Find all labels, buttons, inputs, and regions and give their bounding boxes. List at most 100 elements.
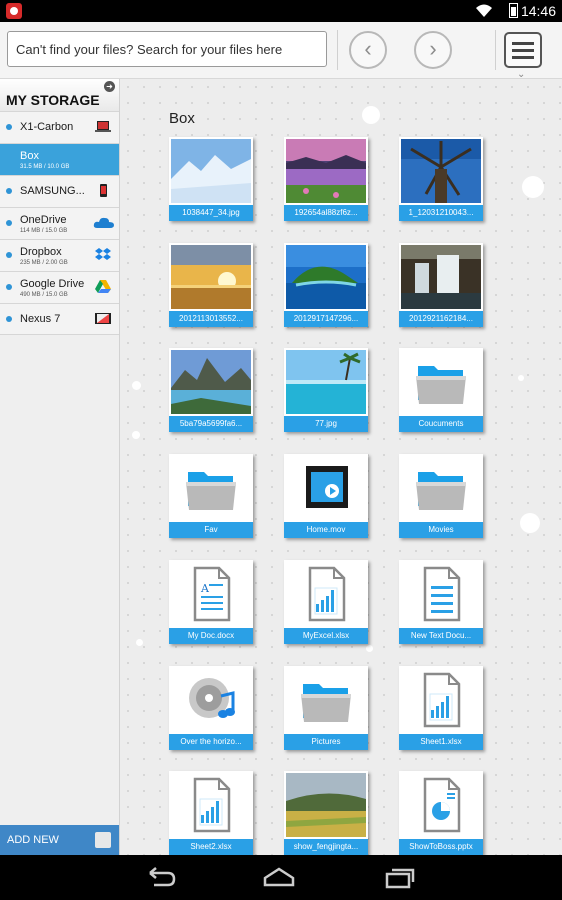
sidebar-item-samsung[interactable]: SAMSUNG...: [0, 175, 119, 207]
file-tile[interactable]: Sheet2.xlsx: [169, 771, 253, 855]
sidebar-title: MY STORAGE: [0, 79, 119, 111]
file-tile[interactable]: 2012921162184...: [399, 243, 483, 327]
decorative-bubble: [132, 431, 140, 439]
file-tile[interactable]: Coucuments: [399, 348, 483, 432]
file-tile[interactable]: show_fengjingta...: [284, 771, 368, 855]
sidebar-item-box[interactable]: Box 31.5 MB / 10.0 GB: [0, 143, 119, 175]
image-thumbnail: [286, 350, 366, 414]
file-tile[interactable]: 5ba79a5699fa6...: [169, 348, 253, 432]
sidebar-item-label: Box: [20, 150, 39, 162]
bullet: [6, 316, 12, 322]
image-thumbnail: [171, 139, 251, 203]
decorative-bubble: [136, 639, 143, 646]
file-tile[interactable]: 2012113013552...: [169, 243, 253, 327]
sidebar-item-x1-carbon[interactable]: X1-Carbon: [0, 111, 119, 143]
bullet: [6, 188, 12, 194]
home-nav-icon[interactable]: [263, 865, 295, 889]
toolbar-divider: [337, 30, 338, 70]
file-name: Movies: [399, 522, 483, 538]
file-tile[interactable]: 2012917147296...: [284, 243, 368, 327]
file-tile[interactable]: Home.mov: [284, 454, 368, 538]
bullet: [6, 220, 12, 226]
recents-nav-icon[interactable]: [385, 865, 417, 889]
file-name: Over the horizo...: [169, 734, 253, 750]
image-thumbnail: [171, 350, 251, 414]
file-name: My Doc.docx: [169, 628, 253, 644]
file-name: Sheet2.xlsx: [169, 839, 253, 855]
file-tile[interactable]: Pictures: [284, 666, 368, 750]
folder-icon: [286, 668, 366, 732]
file-tile[interactable]: Sheet1.xlsx: [399, 666, 483, 750]
file-tile[interactable]: Over the horizo...: [169, 666, 253, 750]
file-tile[interactable]: A My Doc.docx: [169, 560, 253, 644]
txt-file-icon: [401, 562, 481, 626]
file-name: ShowToBoss.pptx: [399, 839, 483, 855]
folder-icon: [401, 456, 481, 520]
file-tile[interactable]: MyExcel.xlsx: [284, 560, 368, 644]
search-input[interactable]: [7, 31, 327, 67]
file-name: Fav: [169, 522, 253, 538]
file-tile[interactable]: Movies: [399, 454, 483, 538]
toolbar: ‹ › ⌄: [0, 22, 562, 80]
file-tile[interactable]: ShowToBoss.pptx: [399, 771, 483, 855]
decorative-bubble: [522, 176, 544, 198]
status-bar: 14:46: [0, 0, 562, 22]
xls-file-icon: [401, 668, 481, 732]
toolbar-divider: [495, 30, 496, 70]
file-name: show_fengjingta...: [284, 839, 368, 855]
music-file-icon: [171, 668, 251, 732]
image-thumbnail: [401, 139, 481, 203]
forward-button[interactable]: ›: [414, 31, 452, 69]
sidebar-item-label: OneDrive: [20, 214, 67, 226]
bullet: [6, 284, 12, 290]
file-tile[interactable]: 1_1203121004З...: [399, 137, 483, 221]
file-name: 77.jpg: [284, 416, 368, 432]
folder-icon: [171, 456, 251, 520]
file-name: Sheet1.xlsx: [399, 734, 483, 750]
add-new-button[interactable]: ADD NEW: [0, 825, 119, 855]
cloud-icon: [93, 217, 114, 228]
video-file-icon: [286, 456, 366, 520]
decorative-bubble: [518, 375, 524, 381]
file-tile[interactable]: Fav: [169, 454, 253, 538]
back-nav-icon[interactable]: [144, 865, 176, 889]
ppt-file-icon: [401, 773, 481, 837]
image-thumbnail: [401, 245, 481, 309]
phone-icon: [100, 184, 107, 197]
sidebar-item-label: SAMSUNG...: [20, 185, 85, 197]
storage-usage: 31.5 MB / 10.0 GB: [20, 164, 70, 170]
image-thumbnail: [286, 245, 366, 309]
file-name: 1_1203121004З...: [399, 205, 483, 221]
file-name: Coucuments: [399, 416, 483, 432]
menu-button[interactable]: [504, 32, 542, 68]
sidebar-item-label: Nexus 7: [20, 313, 61, 325]
dropbox-icon: [95, 248, 111, 260]
sidebar-item-label: Dropbox: [20, 246, 62, 258]
file-tile[interactable]: 1038447_34.jpg: [169, 137, 253, 221]
file-name: 2012917147296...: [284, 311, 368, 327]
file-name: New Text Docu...: [399, 628, 483, 644]
storage-usage: 235 MB / 2.00 GB: [20, 260, 68, 266]
sidebar-item-onedrive[interactable]: OneDrive 114 MB / 15.0 GB: [0, 207, 119, 239]
add-storage-icon: [95, 832, 111, 848]
image-thumbnail: [286, 139, 366, 203]
tablet-icon: [95, 313, 111, 324]
file-tile[interactable]: 77.jpg: [284, 348, 368, 432]
svg-text:A: A: [200, 582, 210, 595]
folder-icon: [401, 350, 481, 414]
sidebar-item-google-drive[interactable]: Google Drive 490 MB / 15.0 GB: [0, 271, 119, 303]
back-button[interactable]: ‹: [349, 31, 387, 69]
sidebar-item-dropbox[interactable]: Dropbox 235 MB / 2.00 GB: [0, 239, 119, 271]
collapse-sidebar-icon[interactable]: ➜: [104, 81, 115, 92]
file-name: Pictures: [284, 734, 368, 750]
file-name: 192654al88zf6z...: [284, 205, 368, 221]
file-name: 1038447_34.jpg: [169, 205, 253, 221]
battery-icon: [509, 3, 518, 18]
decorative-bubble: [132, 381, 141, 390]
sidebar-item-nexus-7[interactable]: Nexus 7: [0, 303, 119, 335]
image-thumbnail: [171, 245, 251, 309]
file-name: MyExcel.xlsx: [284, 628, 368, 644]
file-tile[interactable]: 192654al88zf6z...: [284, 137, 368, 221]
file-tile[interactable]: New Text Docu...: [399, 560, 483, 644]
breadcrumb: Box: [169, 110, 195, 127]
